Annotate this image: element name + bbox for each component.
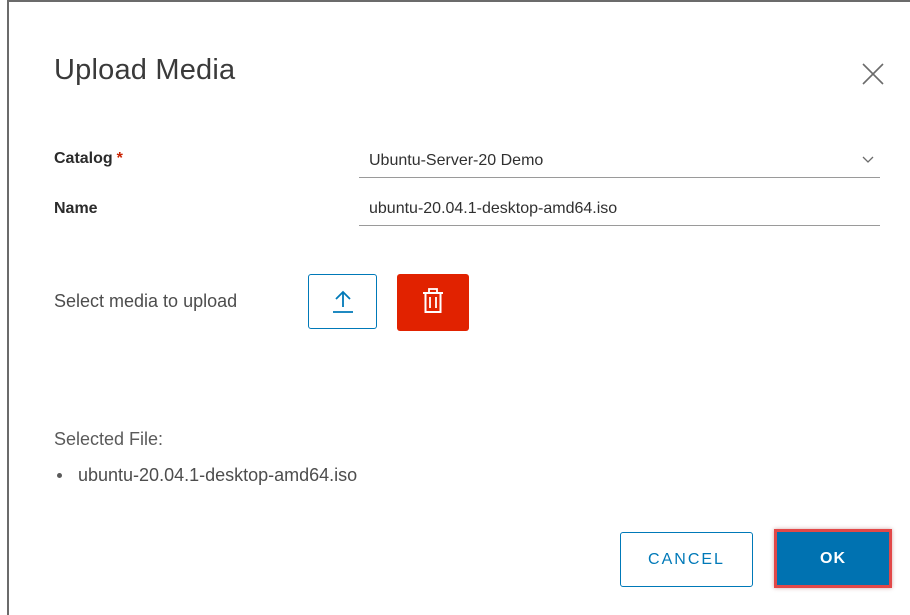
catalog-select-value: Ubuntu-Server-20 Demo — [369, 152, 544, 169]
name-field[interactable]: ubuntu-20.04.1-desktop-amd64.iso — [359, 193, 880, 226]
catalog-select[interactable]: Ubuntu-Server-20 Demo — [359, 145, 880, 178]
catalog-label-text: Catalog — [54, 150, 113, 167]
selected-file-name: ubuntu-20.04.1-desktop-amd64.iso — [78, 465, 358, 485]
selected-file-list: ubuntu-20.04.1-desktop-amd64.iso — [54, 463, 357, 487]
delete-button[interactable] — [397, 274, 469, 331]
cancel-button[interactable]: CANCEL — [620, 532, 753, 587]
trash-icon — [423, 288, 443, 313]
dialog-title: Upload Media — [54, 54, 236, 86]
upload-label: Select media to upload — [54, 291, 238, 311]
close-icon — [862, 63, 884, 85]
name-label: Name — [54, 200, 98, 217]
upload-arrow-icon — [333, 290, 353, 313]
bullet-icon — [57, 473, 62, 478]
catalog-label: Catalog * — [54, 150, 123, 168]
name-field-value: ubuntu-20.04.1-desktop-amd64.iso — [369, 200, 618, 217]
close-button[interactable] — [859, 60, 887, 88]
selected-file-heading: Selected File: — [54, 429, 164, 449]
list-item: ubuntu-20.04.1-desktop-amd64.iso — [54, 463, 357, 487]
upload-button[interactable] — [308, 274, 377, 329]
chevron-down-icon — [862, 156, 874, 163]
page: Upload Media Catalog * Ubuntu-Server-20 D… — [0, 0, 910, 615]
ok-button[interactable]: OK — [777, 532, 889, 585]
required-marker: * — [116, 150, 123, 167]
upload-media-dialog: Upload Media Catalog * Ubuntu-Server-20 D… — [7, 0, 910, 615]
